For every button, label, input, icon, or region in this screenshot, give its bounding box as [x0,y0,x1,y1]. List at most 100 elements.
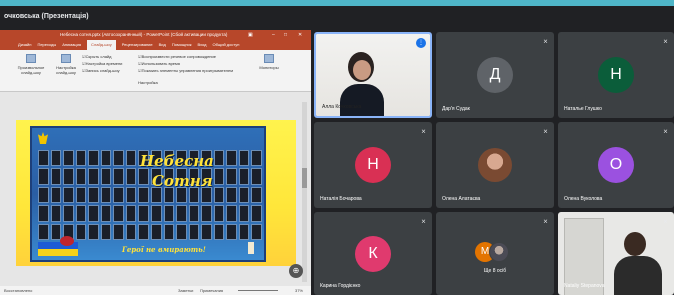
portrait-thumbnail [50,186,62,204]
hide-slide-button[interactable]: Скрыть слайд [82,54,112,59]
participant-tile[interactable]: ⨯ Олена Алатаєва [436,122,554,208]
tab-animation[interactable]: Анимация [62,40,81,50]
notes-button[interactable]: Заметки [178,286,193,295]
participant-tile[interactable]: ⋮ Алла Кочковська [314,32,432,118]
play-narrations-checkbox[interactable]: Воспроизвести речевое сопровождение [138,54,216,59]
avatar-photo [489,242,509,262]
participant-tile[interactable]: ⨯ Н Наталье Глушко [558,32,674,118]
custom-slideshow-button[interactable]: Произвольное слайд-шоу [14,54,48,75]
status-ready: Восстановлено [4,288,33,293]
portrait-thumbnail [213,205,225,222]
portrait-thumbnail [63,186,74,204]
tab-view[interactable]: Вид [159,40,166,50]
portrait-thumbnail [150,205,162,222]
trident-icon [38,132,48,144]
participant-name: Олена Вуколова [564,196,603,202]
ribbon-group-label: Настройка [138,80,158,85]
portrait-thumbnail [88,205,99,222]
tab-transitions[interactable]: Переходы [37,40,56,50]
portrait-thumbnail [100,205,112,222]
vertical-scrollbar[interactable] [302,102,307,282]
portrait-thumbnail [238,168,250,185]
participant-name: Олена Алатаєва [442,196,481,202]
slide-canvas[interactable]: Небесна Сотня Герої не вмирають! [16,120,296,266]
minimize-icon[interactable]: – [272,30,275,40]
memorial-board: Небесна Сотня Герої не вмирають! [30,126,266,262]
portrait-thumbnail [63,205,74,222]
powerpoint-titlebar: Небесна сотня.pptx (Автосохранённый) - P… [0,30,311,40]
participant-tile[interactable]: ⨯ Д Дар'я Судак [436,32,554,118]
portrait-thumbnail [38,150,49,167]
portrait-thumbnail [100,186,112,204]
slide-footer-text: Герої не вмирають! [122,245,206,254]
restore-icon[interactable]: ▣ [248,30,253,40]
portrait-thumbnail [188,205,200,222]
portrait-thumbnail [113,205,124,222]
participant-tile[interactable]: ⨯ Nataliy Stepanova [558,212,674,295]
tab-share[interactable]: Общий доступ [213,40,240,50]
person-image [340,84,384,116]
setup-slideshow-button[interactable]: Настройка слайд-шоу [52,54,80,75]
avatar: О [598,147,634,183]
portrait-thumbnail [113,168,124,185]
portrait-thumbnail [50,168,62,185]
monitor-icon [264,54,274,63]
mic-off-icon: ⨯ [542,129,548,135]
portrait-thumbnail [163,223,175,240]
portrait-thumbnail [38,168,49,185]
tab-assistant[interactable]: Помощник [172,40,192,50]
portrait-thumbnail [226,205,237,222]
monitors-button[interactable]: Мониторы [252,54,286,70]
tab-slideshow[interactable]: Слайд-шоу [87,40,116,50]
mic-off-icon: ⨯ [542,219,548,225]
portrait-thumbnail [238,186,250,204]
show-media-controls-checkbox[interactable]: Показать элементы управления проигрывате… [138,68,233,73]
participant-tile[interactable]: ⨯ О Олена Вуколова [558,122,674,208]
tab-review[interactable]: Рецензирование [122,40,153,50]
more-participants-tile[interactable]: ⨯ М Ще 8 осіб [436,212,554,295]
mic-off-icon: ⨯ [662,129,668,135]
rehearse-timings-button[interactable]: Настройка времени [82,61,123,66]
portrait-thumbnail [75,168,87,185]
mic-off-icon: ⨯ [420,129,426,135]
portrait-thumbnail [50,205,62,222]
zoom-slider[interactable] [238,290,278,291]
slide-caption-2: Сотня [152,172,213,190]
portrait-thumbnail [50,150,62,167]
portrait-thumbnail [88,168,99,185]
monitors-label: Мониторы [259,65,279,70]
participant-tile[interactable]: ⨯ Н Наталія Бочарова [314,122,432,208]
zoom-icon[interactable]: ⊕ [289,264,303,278]
portrait-thumbnail [201,223,212,240]
portrait-thumbnail [251,150,262,167]
participant-tile[interactable]: ⨯ К Карина Гордієнко [314,212,432,295]
portrait-thumbnail [238,223,250,240]
more-participants-label: Ще 8 осіб [483,268,507,274]
portrait-thumbnail [50,223,62,240]
presentation-title: очковська (Презентація) [4,13,89,20]
use-timings-checkbox[interactable]: Использовать время [138,61,180,66]
setup-icon [61,54,71,63]
portrait-thumbnail [213,168,225,185]
tab-signin[interactable]: Вход [197,40,206,50]
portrait-thumbnail [226,186,237,204]
zoom-level[interactable]: 37% [295,286,303,295]
portrait-thumbnail [125,168,137,185]
portrait-thumbnail [100,150,112,167]
participant-name: Nataliy Stepanova [564,283,605,289]
presentation-pane[interactable]: Небесна сотня.pptx (Автосохранённый) - P… [0,30,311,295]
maximize-icon[interactable]: □ [284,30,287,40]
close-icon[interactable]: ✕ [298,30,302,40]
participant-name: Карина Гордієнко [320,283,361,289]
portrait-thumbnail [188,223,200,240]
portrait-thumbnail [38,223,49,240]
participant-name: Наталія Бочарова [320,196,362,202]
comments-button[interactable]: Примечания [200,286,223,295]
setup-slideshow-label: Настройка слайд-шоу [56,65,76,75]
portrait-thumbnail [113,186,124,204]
slide-caption-1: Небесна [140,152,214,170]
record-slideshow-button[interactable]: Запись слайд-шоу [82,68,120,73]
tab-design[interactable]: Дизайн [18,40,31,50]
portrait-thumbnail [63,168,74,185]
ribbon: Произвольное слайд-шоу Настройка слайд-ш… [0,50,311,92]
